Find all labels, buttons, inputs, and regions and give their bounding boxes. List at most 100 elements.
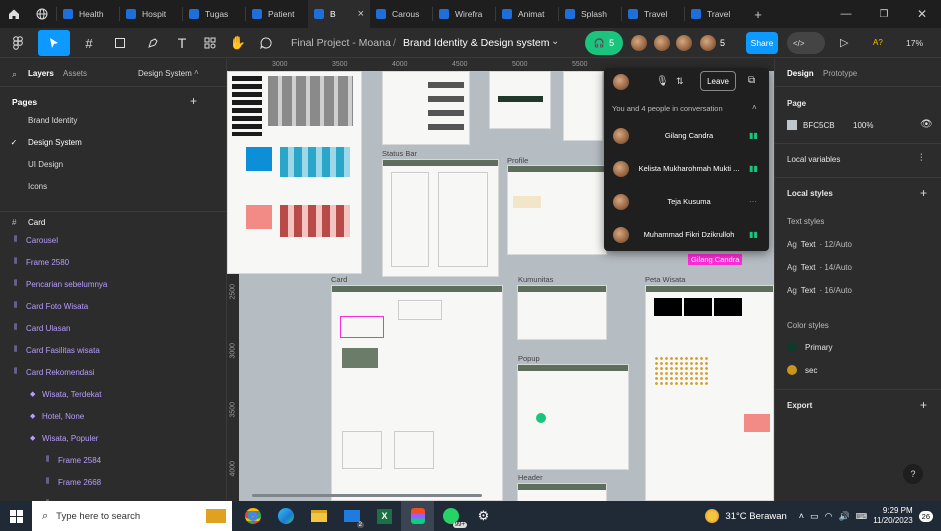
search-icon[interactable]: ⌕ [12, 69, 17, 80]
layer-item[interactable]: ◆ Wisata, Terdekat [0, 383, 226, 405]
card-frame[interactable] [331, 285, 503, 501]
page-item[interactable]: Brand Identity [0, 109, 226, 131]
layer-item[interactable]: ◆ Hotel, None [0, 405, 226, 427]
close-window-icon[interactable]: ✕ [903, 0, 941, 28]
tab-wireframe[interactable]: Wirefra [433, 0, 495, 28]
comment-tool-icon[interactable] [256, 28, 276, 58]
frame-label-peta-wisata[interactable]: Peta Wisata [645, 275, 685, 284]
missing-font-warning[interactable]: A? [873, 38, 883, 47]
status-bar-frame[interactable] [382, 159, 499, 277]
file-explorer-icon[interactable] [302, 501, 335, 531]
figma-app-icon[interactable] [401, 501, 434, 531]
design-system-frame[interactable] [227, 71, 362, 274]
tab-hospital[interactable]: Hospit [120, 0, 182, 28]
chevron-down-icon[interactable]: ⌄ [551, 36, 559, 47]
wifi-icon[interactable]: ◠ [825, 511, 833, 522]
move-tool-button[interactable] [38, 30, 70, 56]
edge-icon[interactable] [269, 501, 302, 531]
komunitas-frame[interactable] [517, 285, 607, 340]
color-style-item[interactable]: Primary [787, 342, 833, 352]
frame-label-status-bar[interactable]: Status Bar [382, 149, 417, 158]
conversation-participant[interactable]: Kelista Mukharohmah Mukti ... ▮▮ [604, 152, 769, 185]
page-bg-opacity[interactable]: 100% [853, 121, 873, 130]
frame-label-card[interactable]: Card [331, 275, 347, 284]
frame-label-header[interactable]: Header [518, 473, 543, 482]
avatar[interactable] [676, 35, 692, 51]
help-button[interactable]: ? [903, 464, 923, 484]
text-style-item[interactable]: Ag Text · 12/Auto [787, 240, 852, 249]
conversation-participant[interactable]: Gilang Candra ▮▮ [604, 119, 769, 152]
whatsapp-icon[interactable]: 99+ [434, 501, 467, 531]
page-color-swatch[interactable] [787, 120, 797, 130]
page-bg-hex[interactable]: BFC5CB [803, 121, 835, 130]
keyboard-icon[interactable]: ⌨ [856, 512, 868, 521]
input-frame[interactable] [489, 71, 551, 129]
resources-icon[interactable] [200, 28, 220, 58]
popout-icon[interactable]: ⧉ [748, 75, 755, 86]
form-frame[interactable] [563, 71, 603, 141]
chevron-up-icon[interactable]: ˄ [799, 511, 804, 521]
tab-brand-identity[interactable]: B × [308, 0, 370, 28]
layer-item[interactable]: ◆ Wisata, Populer [0, 427, 226, 449]
tab-animation[interactable]: Animat [496, 0, 558, 28]
layer-item[interactable]: ⫼ Card Ulasan [0, 317, 226, 339]
more-users-count[interactable]: 5 [720, 38, 725, 48]
project-name[interactable]: Final Project - Moana [291, 37, 391, 49]
layer-item[interactable]: ⫼ Card Fasilitas wisata [0, 339, 226, 361]
layer-item[interactable]: ⫼ Frame 2584 [0, 449, 226, 471]
tab-assets[interactable]: Assets [63, 69, 87, 78]
frame-label-popup[interactable]: Popup [518, 354, 540, 363]
text-style-item[interactable]: Ag Text · 16/Auto [787, 286, 852, 295]
chevron-up-icon[interactable]: ˄ [194, 68, 199, 77]
horizontal-scrollbar[interactable] [252, 494, 482, 497]
eye-icon[interactable]: 👁 [920, 119, 933, 130]
taskbar-search[interactable]: ⌕ Type here to search [32, 501, 232, 531]
volume-icon[interactable]: 🔊 [838, 511, 849, 522]
header-frame[interactable] [517, 483, 607, 501]
network-icon[interactable]: ▭ [810, 511, 819, 522]
page-item[interactable]: ✓ Design System [0, 131, 226, 153]
tab-prototype[interactable]: Prototype [823, 69, 857, 78]
tab-splash[interactable]: Splash [559, 0, 621, 28]
home-icon[interactable] [0, 0, 28, 28]
layer-item[interactable]: ⫼ Card Foto Wisata [0, 295, 226, 317]
weather-icon[interactable] [705, 509, 720, 523]
close-tab-icon[interactable]: × [358, 8, 364, 20]
frame-label-komunitas[interactable]: Kumunitas [518, 275, 553, 284]
windows-start-icon[interactable] [0, 501, 32, 531]
layer-item[interactable]: ⫼ Pencarian sebelumnya [0, 273, 226, 295]
color-style-item[interactable]: sec [787, 365, 817, 375]
tab-layers[interactable]: Layers [28, 69, 54, 78]
zoom-level[interactable]: 17% [906, 38, 923, 48]
buttons-frame[interactable] [382, 71, 470, 145]
page-switcher[interactable]: Design System [138, 69, 192, 78]
text-tool-icon[interactable]: T [172, 28, 192, 58]
tab-patient[interactable]: Patient [246, 0, 308, 28]
layer-item[interactable]: ⫼Frame 2564 [0, 493, 226, 502]
layer-item[interactable]: ⫼ Frame 2668 [0, 471, 226, 493]
profile-frame[interactable] [507, 165, 607, 255]
file-name[interactable]: Brand Identity & Design system [403, 37, 549, 49]
audio-conversation-button[interactable]: 🎧 5 [585, 31, 623, 55]
audio-settings-icon[interactable]: ⇅ [676, 76, 684, 87]
tab-travel-2[interactable]: Travel [685, 0, 747, 28]
avatar[interactable] [631, 35, 647, 51]
avatar[interactable] [654, 35, 670, 51]
selected-layer[interactable]: Card [28, 218, 45, 227]
restore-icon[interactable]: ❐ [865, 0, 903, 28]
frame-tool-icon[interactable]: # [76, 28, 102, 58]
notification-count[interactable]: 26 [918, 510, 933, 522]
tab-tugas[interactable]: Tugas [183, 0, 245, 28]
page-item[interactable]: UI Design [0, 153, 226, 175]
share-button[interactable]: Share [746, 32, 778, 54]
add-style-icon[interactable]: + [920, 186, 927, 200]
selected-card[interactable] [340, 316, 384, 338]
rectangle-tool-icon[interactable] [106, 28, 134, 58]
mail-icon[interactable]: 2 [335, 501, 368, 531]
layer-item[interactable]: ⫼ Carousel [0, 229, 226, 251]
dev-mode-toggle[interactable]: </> [787, 32, 825, 54]
pen-tool-icon[interactable] [140, 28, 166, 58]
present-icon[interactable]: ▷ [840, 36, 848, 49]
tab-carousel[interactable]: Carous [370, 0, 432, 28]
clock[interactable]: 9:29 PM 11/20/2023 [873, 506, 912, 526]
